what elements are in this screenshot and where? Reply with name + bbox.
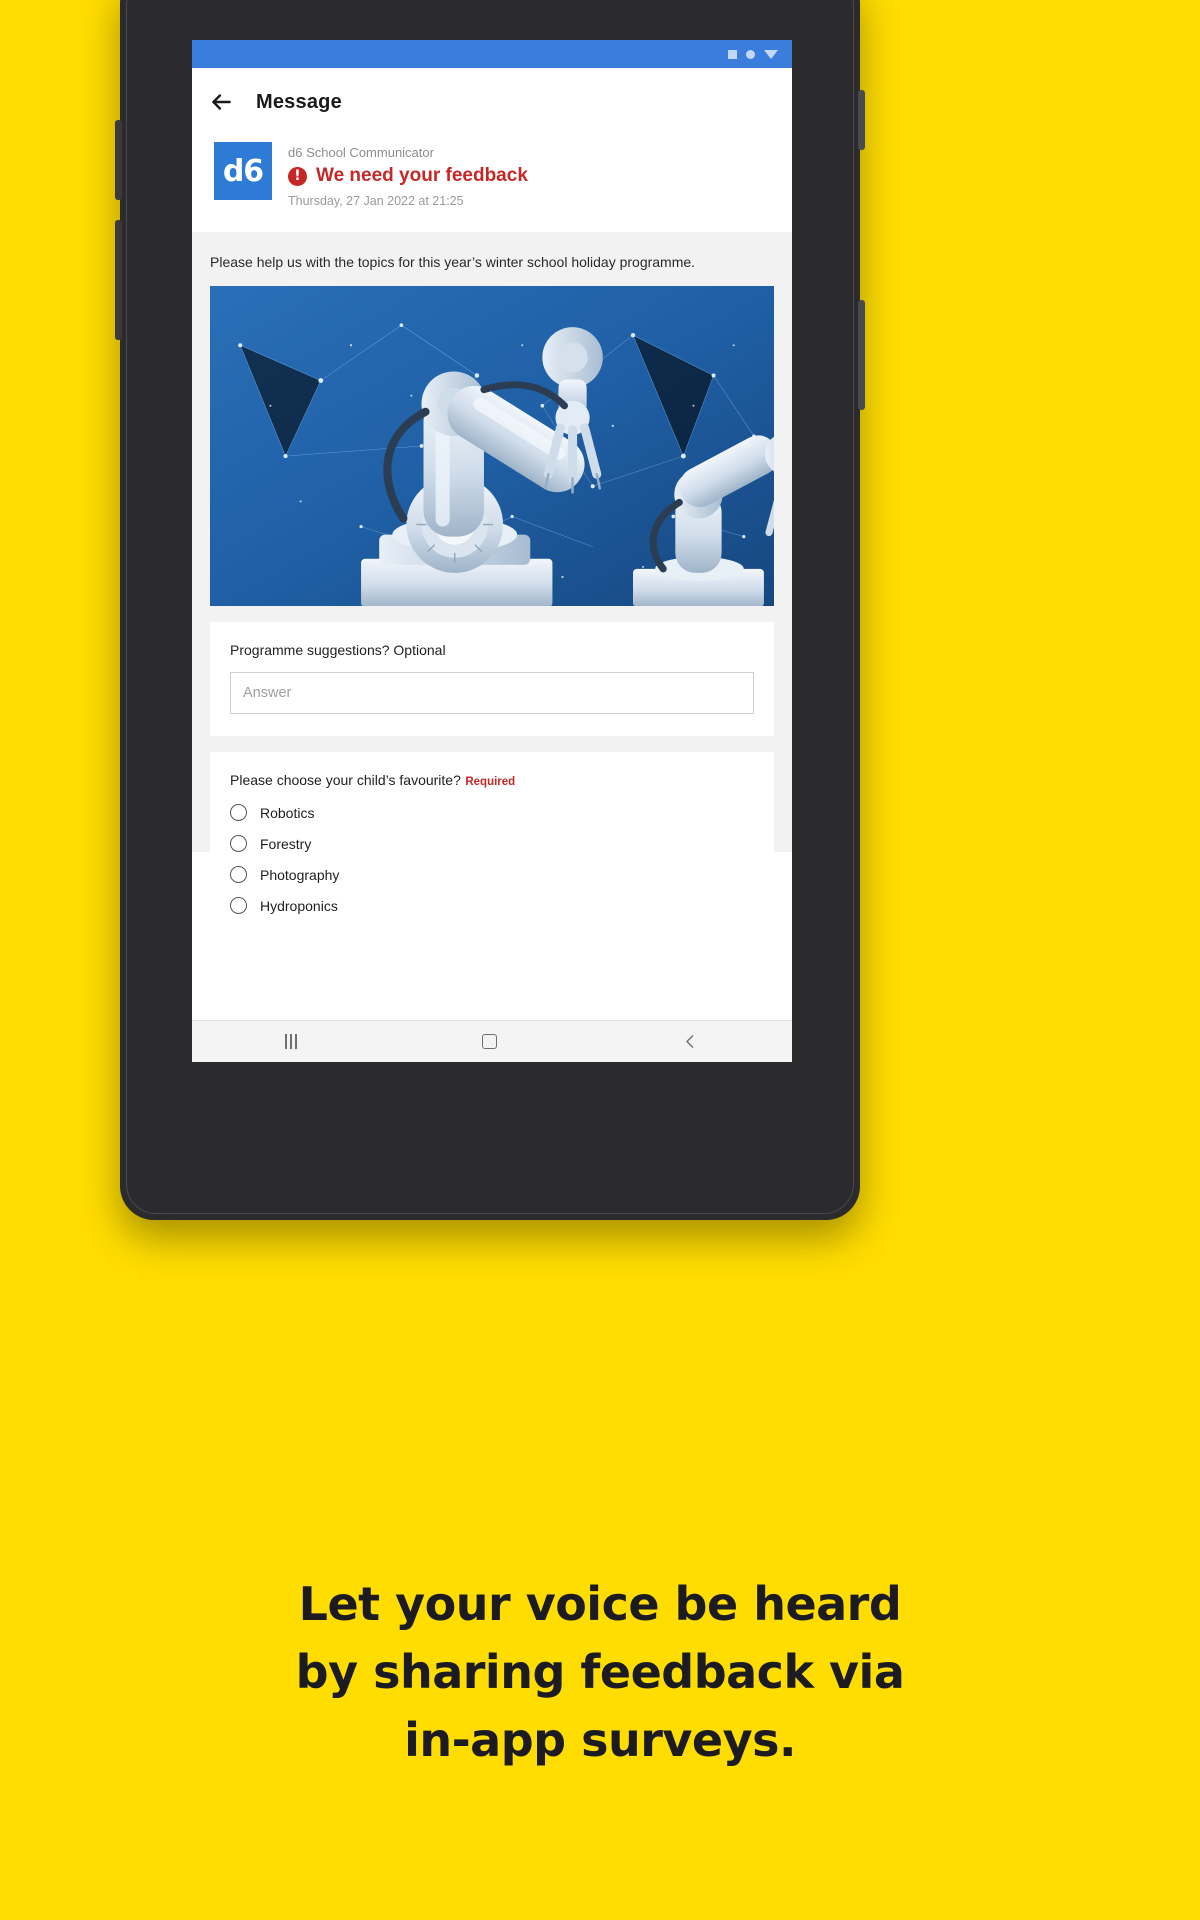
circle-icon	[746, 49, 755, 59]
phone-device-frame: Message d6 d6 School Communicator ! We n…	[115, 0, 865, 1220]
caption-line-2: by sharing feedback via	[295, 1645, 905, 1699]
radio-circle-icon[interactable]	[230, 835, 247, 852]
radio-option-label: Robotics	[260, 804, 315, 821]
subject-row: ! We need your feedback	[288, 165, 528, 187]
caption-line-3: in-app surveys.	[404, 1713, 796, 1767]
android-nav-bar	[192, 1020, 792, 1062]
text-question-card: Programme suggestions? Optional	[210, 622, 774, 736]
volume-button[interactable]	[115, 120, 122, 200]
alert-exclamation-icon: !	[288, 166, 307, 186]
status-bar	[192, 40, 792, 68]
home-icon[interactable]	[481, 1034, 497, 1049]
choice-question-label-row: Please choose your child’s favourite? Re…	[230, 772, 754, 790]
message-body-text: Please help us with the topics for this …	[210, 254, 696, 270]
message-meta: d6 School Communicator ! We need your fe…	[288, 142, 528, 208]
robotic-arms-photo	[210, 286, 774, 606]
back-icon[interactable]	[682, 1033, 699, 1050]
page-title: Message	[256, 90, 342, 113]
radio-circle-icon[interactable]	[230, 897, 247, 914]
answer-input[interactable]	[230, 672, 754, 714]
triangle-down-icon	[764, 49, 778, 59]
caption-line-1: Let your voice be heard	[298, 1577, 902, 1631]
promo-caption: Let your voice be heard by sharing feedb…	[0, 1570, 1200, 1774]
message-body-scroll[interactable]: Please help us with the topics for this …	[192, 232, 792, 936]
text-question-label: Programme suggestions? Optional	[230, 642, 446, 658]
radio-option-label: Photography	[260, 866, 340, 883]
radio-circle-icon[interactable]	[230, 804, 247, 821]
radio-option-photography[interactable]: Photography	[230, 866, 754, 883]
required-badge: Required	[465, 776, 516, 788]
phone-screen: Message d6 d6 School Communicator ! We n…	[192, 40, 792, 1062]
message-subject: We need your feedback	[316, 165, 528, 186]
message-timestamp: Thursday, 27 Jan 2022 at 21:25	[288, 194, 464, 208]
back-arrow-icon[interactable]	[208, 89, 234, 115]
radio-option-robotics[interactable]: Robotics	[230, 804, 754, 821]
radio-option-forestry[interactable]: Forestry	[230, 835, 754, 852]
square-icon	[728, 49, 737, 59]
choice-question-card: Please choose your child’s favourite? Re…	[210, 752, 774, 936]
recents-icon[interactable]	[284, 1034, 297, 1049]
avatar: d6	[214, 142, 272, 200]
radio-option-label: Forestry	[260, 835, 312, 852]
message-header: d6 d6 School Communicator ! We need your…	[192, 136, 792, 232]
power-button[interactable]	[115, 220, 122, 340]
radio-option-hydroponics[interactable]: Hydroponics	[230, 897, 754, 914]
choice-question-label: Please choose your child’s favourite?	[230, 772, 461, 788]
side-button-upper[interactable]	[858, 90, 865, 150]
sender-name: d6 School Communicator	[288, 145, 434, 160]
body-text-container: Please help us with the topics for this …	[192, 232, 792, 286]
side-button-lower[interactable]	[858, 300, 865, 410]
radio-option-label: Hydroponics	[260, 897, 338, 914]
radio-circle-icon[interactable]	[230, 866, 247, 883]
app-bar: Message	[192, 68, 792, 136]
